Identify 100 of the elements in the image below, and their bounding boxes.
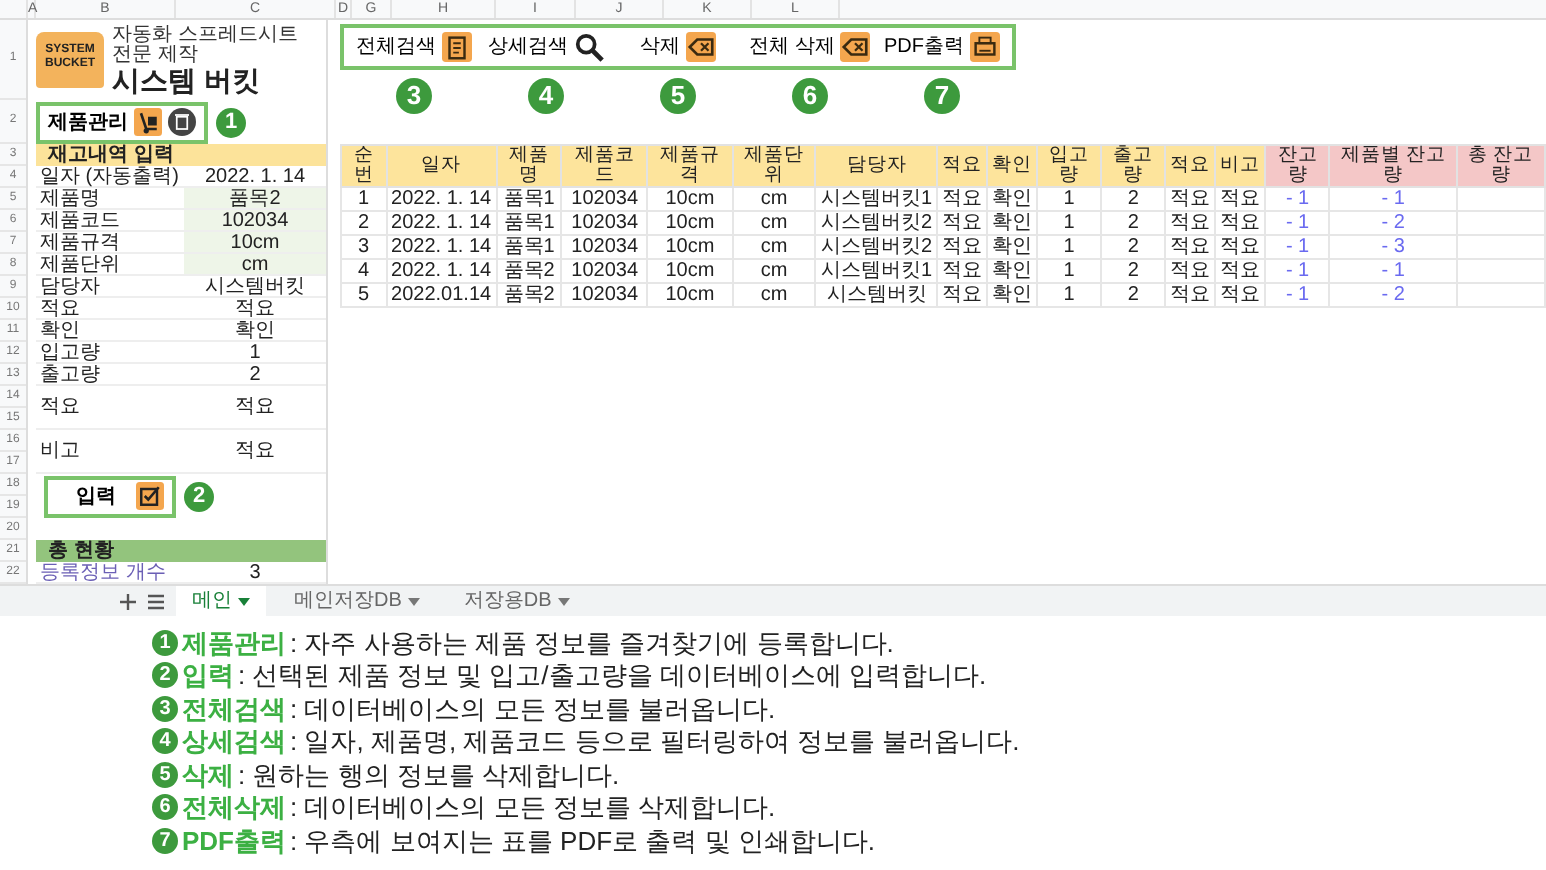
table-cell: 확인 [987,211,1038,235]
search-icon [574,32,604,62]
table-cell: 적요 [1215,211,1266,235]
table-cell: 10cm [647,187,733,211]
field-label: 적요 [38,396,82,418]
legend-term: 전체검색 [182,691,286,727]
caret-icon [407,597,420,605]
table-cell: 2 [341,211,387,235]
table-cell: 적요 [937,211,988,235]
step-number: 3 [152,695,178,722]
table-cell: 10cm [647,211,733,235]
table-cell: - 2 [1329,283,1457,307]
step-number: 1 [152,629,178,656]
legend-term: 입력 [182,658,234,694]
table-cell: 적요 [1165,283,1216,307]
column-header: 제품코드 [561,145,648,187]
field-value: 3 [247,562,263,582]
table-cell: 2022. 1. 14 [386,259,497,283]
table-cell: 적요 [1215,187,1266,211]
table-cell: 적요 [1215,235,1266,259]
toolbar-button[interactable]: 전체 삭제 [744,32,876,62]
step-number: 5 [152,761,178,788]
legend-term: 전체삭제 [182,790,286,826]
table-cell: 적요 [1215,283,1266,307]
table-cell: 10cm [647,283,733,307]
table-cell: 10cm [647,259,733,283]
table-cell: 적요 [937,235,988,259]
field-value: 품목2 [184,188,326,208]
table-cell: 1 [341,187,387,211]
table-cell: 시스템버킷2 [815,235,938,259]
field-label: 입고량 [38,342,102,362]
column-header: 잔고량 [1265,145,1330,187]
field-label: 제품코드 [38,210,122,230]
field-value: 2022. 1. 14 [202,166,308,186]
menu-icon [148,593,164,609]
field-value: 102034 [184,210,326,230]
table-cell: 1 [1037,211,1102,235]
sheet-tab[interactable]: 저장용DB [447,585,586,617]
table-cell: 적요 [1165,187,1216,211]
checkbox-icon [136,482,164,510]
column-header: 총 잔고량 [1456,145,1545,187]
table-cell: 1 [1037,187,1102,211]
step-number: 4 [528,78,564,114]
table-cell: - 1 [1265,187,1330,211]
table-cell: 2022. 1. 14 [386,235,497,259]
table-cell: cm [732,283,816,307]
step-number: 4 [152,728,178,755]
table-cell: 확인 [987,187,1038,211]
table-cell: 2 [1101,235,1166,259]
field-value: 1 [247,342,263,362]
column-header: 담당자 [815,145,938,187]
table-cell: 시스템버킷2 [815,211,938,235]
table-cell: 확인 [987,259,1038,283]
field-value: 적요 [233,396,277,418]
table-cell: 2 [1101,187,1166,211]
table-cell: 품목1 [496,211,562,235]
sheet-tab[interactable]: 메인저장DB [278,585,436,617]
table-cell: 102034 [561,235,648,259]
legend-text: : 데이터베이스의 모든 정보를 불러옵니다. [290,691,776,727]
table-cell: 3 [341,235,387,259]
logo-title: 시스템 버킷 [112,65,262,95]
table-cell: 적요 [937,187,988,211]
table-cell: 2 [1101,211,1166,235]
legend-text: : 자주 사용하는 제품 정보를 즐겨찾기에 등록합니다. [290,625,894,661]
table-cell: 2022.01.14 [386,283,497,307]
section-header: 총 현황 [36,540,326,562]
product-manage-button[interactable]: 제품관리 [36,101,208,143]
field-label: 비고 [38,440,82,462]
table-cell: 2022. 1. 14 [386,187,497,211]
table-cell: - 1 [1329,259,1457,283]
table-cell: - 1 [1265,259,1330,283]
table-cell: 2022. 1. 14 [386,211,497,235]
table-cell: 적요 [1165,211,1216,235]
legend-text: : 일자, 제품명, 제품코드 등으로 필터링하여 정보를 불러옵니다. [290,724,1020,760]
table-cell: 적요 [937,283,988,307]
table-cell: - 2 [1329,211,1457,235]
input-button[interactable]: 입력 [44,475,176,517]
field-value: 확인 [233,320,277,340]
table-cell: - 1 [1265,283,1330,307]
table-cell: cm [732,187,816,211]
step-number: 7 [152,827,178,854]
table-cell: 적요 [937,259,988,283]
step-number: 6 [152,794,178,821]
table-cell: - 1 [1265,235,1330,259]
table-cell: cm [732,211,816,235]
field-label: 제품단위 [38,254,122,274]
backspace-icon [686,32,716,62]
column-header: 제품별 잔고량 [1329,145,1457,187]
table-cell: 시스템버킷1 [815,187,938,211]
field-label: 담당자 [38,276,102,296]
column-header: 일자 [386,145,497,187]
table-cell: 품목2 [496,283,562,307]
table-cell: 5 [341,283,387,307]
step-number: 2 [184,481,214,511]
column-header: 순번 [341,145,387,187]
field-label: 제품명 [38,188,102,208]
field-label: 확인 [38,320,82,340]
sheet-tab[interactable]: 메인 [176,585,266,617]
table-cell: - 1 [1329,187,1457,211]
table-cell: 102034 [561,283,648,307]
